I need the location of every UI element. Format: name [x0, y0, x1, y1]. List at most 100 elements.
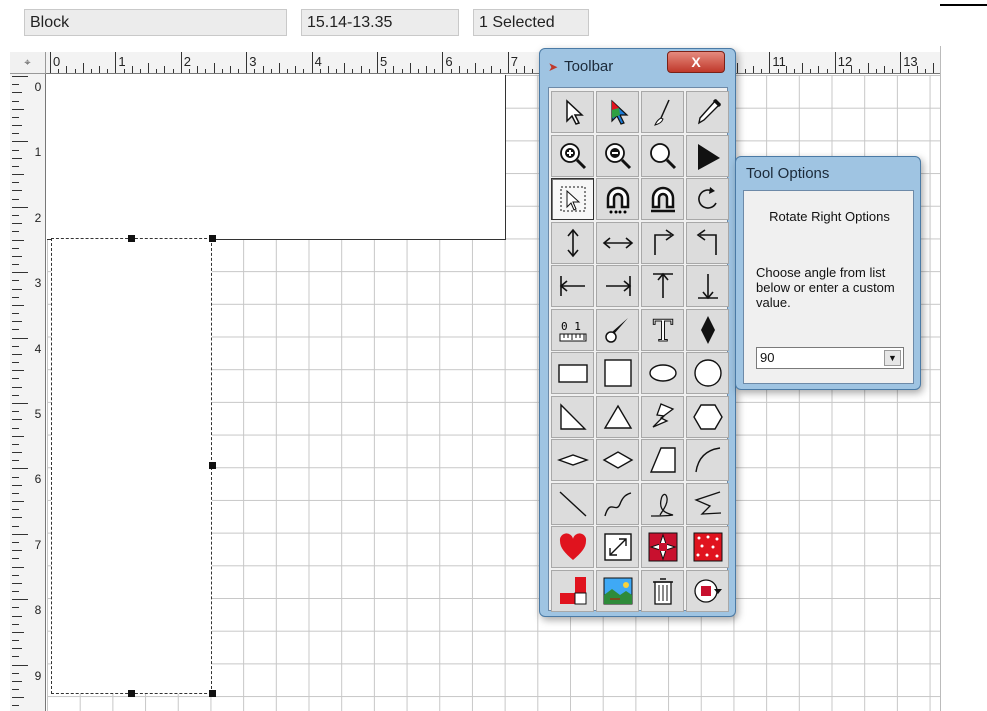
tool-grid: 0 1 T [548, 87, 729, 612]
ruler-tick [12, 255, 22, 257]
angle-select[interactable]: 90 ▼ [756, 347, 904, 369]
ruler-label: 5 [380, 54, 388, 69]
ruler-tick [12, 370, 24, 372]
tool-rectangle-button[interactable] [551, 352, 594, 394]
tool-options-description: Choose angle from list below or enter a … [756, 265, 895, 310]
tool-rotate-right-button[interactable] [686, 178, 729, 220]
tool-square-button[interactable] [596, 352, 639, 394]
tool-pointer-button[interactable] [686, 134, 729, 177]
ruler-tick [12, 206, 28, 208]
tool-flat-diamond-button[interactable] [551, 439, 594, 481]
tool-star-shape-button[interactable] [641, 395, 684, 438]
ruler-tick [12, 247, 19, 249]
tool-corner-block-button[interactable] [551, 569, 594, 612]
tool-heart-button[interactable] [551, 526, 594, 568]
tool-hexagon-button[interactable] [686, 395, 729, 438]
selected-shape[interactable] [51, 238, 212, 694]
tool-align-bottom-button[interactable] [686, 265, 729, 307]
tool-resize-button[interactable] [596, 526, 639, 568]
tool-freehand-button[interactable] [641, 482, 684, 525]
tool-brush-button[interactable] [641, 91, 684, 133]
tool-trapezoid-button[interactable] [641, 439, 684, 481]
tool-curve-button[interactable] [596, 482, 639, 525]
tool-measure-button[interactable]: 0 1 [551, 308, 594, 351]
tool-options-title[interactable]: Tool Options [746, 165, 829, 182]
tool-ellipse-button[interactable] [641, 352, 684, 394]
tool-trash-button[interactable] [641, 569, 684, 612]
ruler-tick [270, 69, 272, 73]
toolbar-title[interactable]: ➤ Toolbar [548, 58, 613, 75]
tool-options-window[interactable]: Tool Options Rotate Right Options Choose… [735, 156, 921, 390]
tool-align-top-button[interactable] [641, 265, 684, 307]
ruler-corner-button[interactable]: ⌖ [10, 52, 46, 74]
ruler-tick [213, 63, 215, 73]
tool-magnet-alt-button[interactable] [641, 178, 684, 220]
ruler-tick [188, 69, 190, 73]
ruler-tick [12, 468, 28, 470]
tool-knife-button[interactable] [596, 308, 639, 351]
chevron-down-icon[interactable]: ▼ [884, 350, 901, 366]
ruler-tick [777, 69, 779, 73]
tool-rhombus-button[interactable] [596, 439, 639, 481]
ruler-tick [417, 69, 419, 73]
tool-image-button[interactable] [596, 569, 639, 612]
color-menu-icon [692, 575, 724, 607]
right-triangle-icon [557, 401, 589, 433]
ruler-tick [12, 648, 22, 650]
tool-flip-horizontal-button[interactable] [596, 221, 639, 264]
ruler-tick [12, 353, 22, 355]
tool-line-button[interactable] [551, 482, 594, 525]
vertical-arrows-icon [557, 227, 589, 259]
tool-zoom-out-button[interactable] [596, 134, 639, 177]
trash-icon [647, 575, 679, 607]
tool-select-arrow-button[interactable] [551, 91, 594, 133]
tool-circle-button[interactable] [686, 352, 729, 394]
selection-handle[interactable] [209, 462, 216, 469]
block-shape[interactable] [47, 75, 506, 240]
ruler-tick [12, 264, 19, 266]
tool-zoom-in-button[interactable] [551, 134, 594, 177]
tool-star-block-button[interactable] [641, 526, 684, 568]
tool-text-button[interactable]: T [641, 308, 684, 351]
selection-handle[interactable] [209, 235, 216, 242]
ruler-tick [12, 689, 19, 691]
tool-magnet-button[interactable] [596, 178, 639, 220]
app-icon: ➤ [548, 60, 559, 74]
ruler-tick [12, 100, 19, 102]
ruler-tick [393, 66, 395, 73]
tool-triangle-button[interactable] [596, 395, 639, 438]
ruler-tick [123, 69, 125, 73]
tool-diamond-point-button[interactable] [686, 308, 729, 351]
close-button[interactable]: X [667, 51, 725, 73]
selection-handle[interactable] [128, 235, 135, 242]
tool-flip-vertical-button[interactable] [551, 221, 594, 264]
ruler-tick [12, 362, 19, 364]
pointer-icon [692, 140, 724, 172]
flat-diamond-icon [556, 444, 589, 476]
tool-align-left-button[interactable] [551, 265, 594, 307]
ruler-tick [12, 427, 19, 429]
ruler-tick [12, 460, 19, 462]
selection-handle[interactable] [128, 690, 135, 697]
toolbar-window[interactable]: ➤ Toolbar X 0 1 T [539, 48, 736, 617]
tool-align-right-button[interactable] [596, 265, 639, 307]
tool-zoom-button[interactable] [641, 134, 684, 177]
tool-turn-left-button[interactable] [686, 221, 729, 264]
tool-select-box-button[interactable] [551, 178, 594, 220]
tool-color-menu-button[interactable] [686, 569, 729, 612]
tool-right-triangle-button[interactable] [551, 395, 594, 438]
horizontal-arrows-icon [602, 227, 634, 259]
tool-arc-button[interactable] [686, 439, 729, 481]
tool-polyline-button[interactable] [686, 482, 729, 525]
tool-color-select-button[interactable] [596, 91, 639, 133]
selection-handle[interactable] [209, 690, 216, 697]
tool-pattern-block-button[interactable] [686, 526, 729, 568]
ruler-tick [164, 66, 166, 73]
angle-value[interactable]: 90 [760, 350, 774, 365]
tool-eyedropper-button[interactable] [686, 91, 729, 133]
text-icon: T [647, 314, 679, 346]
ruler-label: 2 [34, 210, 42, 225]
tool-turn-right-button[interactable] [641, 221, 684, 264]
ruler-tick [287, 69, 289, 73]
ruler-label: 9 [34, 668, 42, 683]
